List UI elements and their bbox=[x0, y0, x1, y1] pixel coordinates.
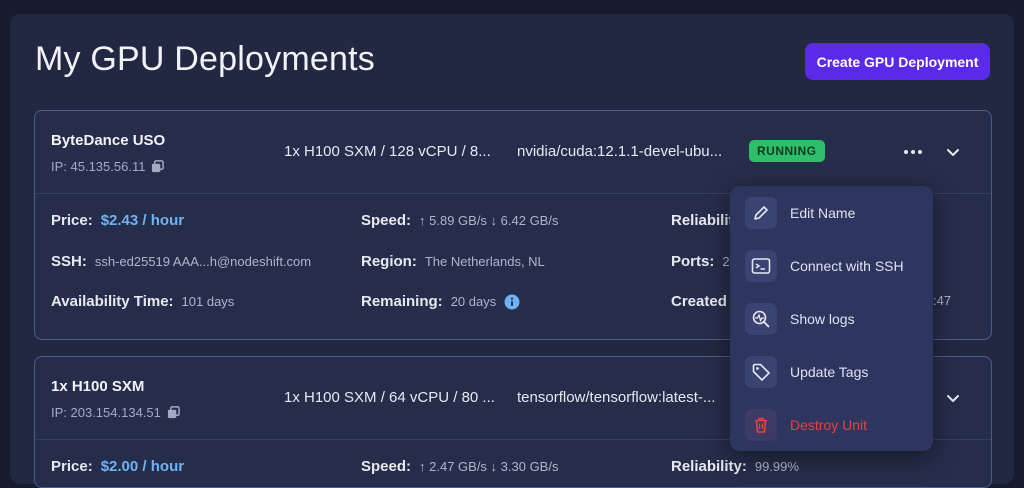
price-label: Price: bbox=[51, 212, 93, 229]
ports-row: Ports: 2 bbox=[671, 253, 730, 270]
price-label: Price: bbox=[51, 458, 93, 475]
price-row: Price: $2.43 / hour bbox=[51, 212, 184, 229]
reliability-value: 99.99% bbox=[754, 459, 799, 474]
deployment-name: ByteDance USO bbox=[51, 132, 166, 149]
availability-value: 101 days bbox=[181, 294, 235, 309]
deployment-image: tensorflow/tensorflow:latest-... bbox=[517, 389, 716, 406]
menu-item-label: Connect with SSH bbox=[790, 258, 904, 274]
deployment-card-header[interactable]: ByteDance USO IP: 45.135.56.11 1x H100 S… bbox=[35, 111, 991, 194]
deployment-spec: 1x H100 SXM / 128 vCPU / 8... bbox=[284, 143, 491, 160]
more-options-icon[interactable] bbox=[901, 141, 925, 163]
ip-text: IP: 203.154.134.51 bbox=[51, 405, 161, 420]
terminal-icon bbox=[745, 250, 777, 282]
menu-item-label: Update Tags bbox=[790, 364, 869, 380]
chevron-down-icon[interactable] bbox=[943, 388, 963, 408]
copy-icon[interactable] bbox=[167, 406, 180, 419]
deployment-image: nvidia/cuda:12.1.1-devel-ubu... bbox=[517, 143, 723, 160]
reliability-label: Reliability: bbox=[671, 458, 747, 475]
deployment-name: 1x H100 SXM bbox=[51, 378, 145, 395]
tag-icon bbox=[745, 356, 777, 388]
chevron-down-icon[interactable] bbox=[943, 142, 963, 162]
ip-text: IP: 45.135.56.11 bbox=[51, 159, 146, 174]
pencil-icon bbox=[745, 197, 777, 229]
menu-item-connect-ssh[interactable]: Connect with SSH bbox=[745, 249, 925, 283]
menu-item-update-tags[interactable]: Update Tags bbox=[745, 355, 925, 389]
price-row: Price: $2.00 / hour bbox=[51, 458, 184, 475]
deployment-ip: IP: 45.135.56.11 bbox=[51, 159, 165, 174]
menu-item-destroy-unit[interactable]: Destroy Unit bbox=[745, 408, 925, 442]
created-row: Created bbox=[671, 293, 727, 310]
remaining-value: 20 days bbox=[450, 294, 497, 309]
info-icon[interactable] bbox=[504, 294, 520, 310]
ssh-row: SSH: ssh-ed25519 AAA...h@nodeshift.com bbox=[51, 253, 311, 270]
price-value: $2.00 / hour bbox=[100, 458, 185, 475]
remaining-row: Remaining: 20 days bbox=[361, 293, 520, 310]
ports-value: 2 bbox=[722, 254, 730, 269]
menu-item-label: Destroy Unit bbox=[790, 417, 868, 433]
speed-value: ↑ 5.89 GB/s ↓ 6.42 GB/s bbox=[419, 213, 559, 228]
page-title: My GPU Deployments bbox=[35, 40, 375, 78]
speed-value: ↑ 2.47 GB/s ↓ 3.30 GB/s bbox=[419, 459, 559, 474]
deployment-spec: 1x H100 SXM / 64 vCPU / 80 ... bbox=[284, 389, 495, 406]
reliability-row: Reliabilit bbox=[671, 212, 734, 229]
price-value: $2.43 / hour bbox=[100, 212, 185, 229]
created-label: Created bbox=[671, 293, 727, 310]
reliability-row: Reliability: 99.99% bbox=[671, 458, 799, 475]
remaining-label: Remaining: bbox=[361, 293, 443, 310]
menu-item-label: Edit Name bbox=[790, 205, 856, 221]
availability-row: Availability Time: 101 days bbox=[51, 293, 234, 310]
speed-row: Speed: ↑ 5.89 GB/s ↓ 6.42 GB/s bbox=[361, 212, 558, 229]
copy-icon[interactable] bbox=[151, 160, 165, 173]
menu-item-label: Show logs bbox=[790, 311, 855, 327]
status-badge: RUNNING bbox=[749, 140, 825, 162]
ports-label: Ports: bbox=[671, 253, 715, 270]
speed-label: Speed: bbox=[361, 212, 412, 229]
reliability-label: Reliabilit bbox=[671, 212, 734, 229]
context-menu: Edit Name Connect with SSH Show logs Upd… bbox=[730, 186, 933, 451]
menu-item-edit-name[interactable]: Edit Name bbox=[745, 196, 925, 230]
speed-label: Speed: bbox=[361, 458, 412, 475]
menu-item-show-logs[interactable]: Show logs bbox=[745, 302, 925, 336]
create-gpu-deployment-button[interactable]: Create GPU Deployment bbox=[805, 43, 990, 80]
trash-icon bbox=[745, 409, 777, 441]
created-value-row: :47 bbox=[933, 293, 951, 308]
speed-row: Speed: ↑ 2.47 GB/s ↓ 3.30 GB/s bbox=[361, 458, 558, 475]
region-row: Region: The Netherlands, NL bbox=[361, 253, 545, 270]
ssh-label: SSH: bbox=[51, 253, 87, 270]
created-value: :47 bbox=[933, 293, 952, 308]
deployment-ip: IP: 203.154.134.51 bbox=[51, 405, 180, 420]
logs-search-icon bbox=[745, 303, 777, 335]
availability-label: Availability Time: bbox=[51, 293, 174, 310]
region-label: Region: bbox=[361, 253, 417, 270]
ssh-value[interactable]: ssh-ed25519 AAA...h@nodeshift.com bbox=[95, 254, 311, 269]
region-value: The Netherlands, NL bbox=[424, 254, 545, 269]
